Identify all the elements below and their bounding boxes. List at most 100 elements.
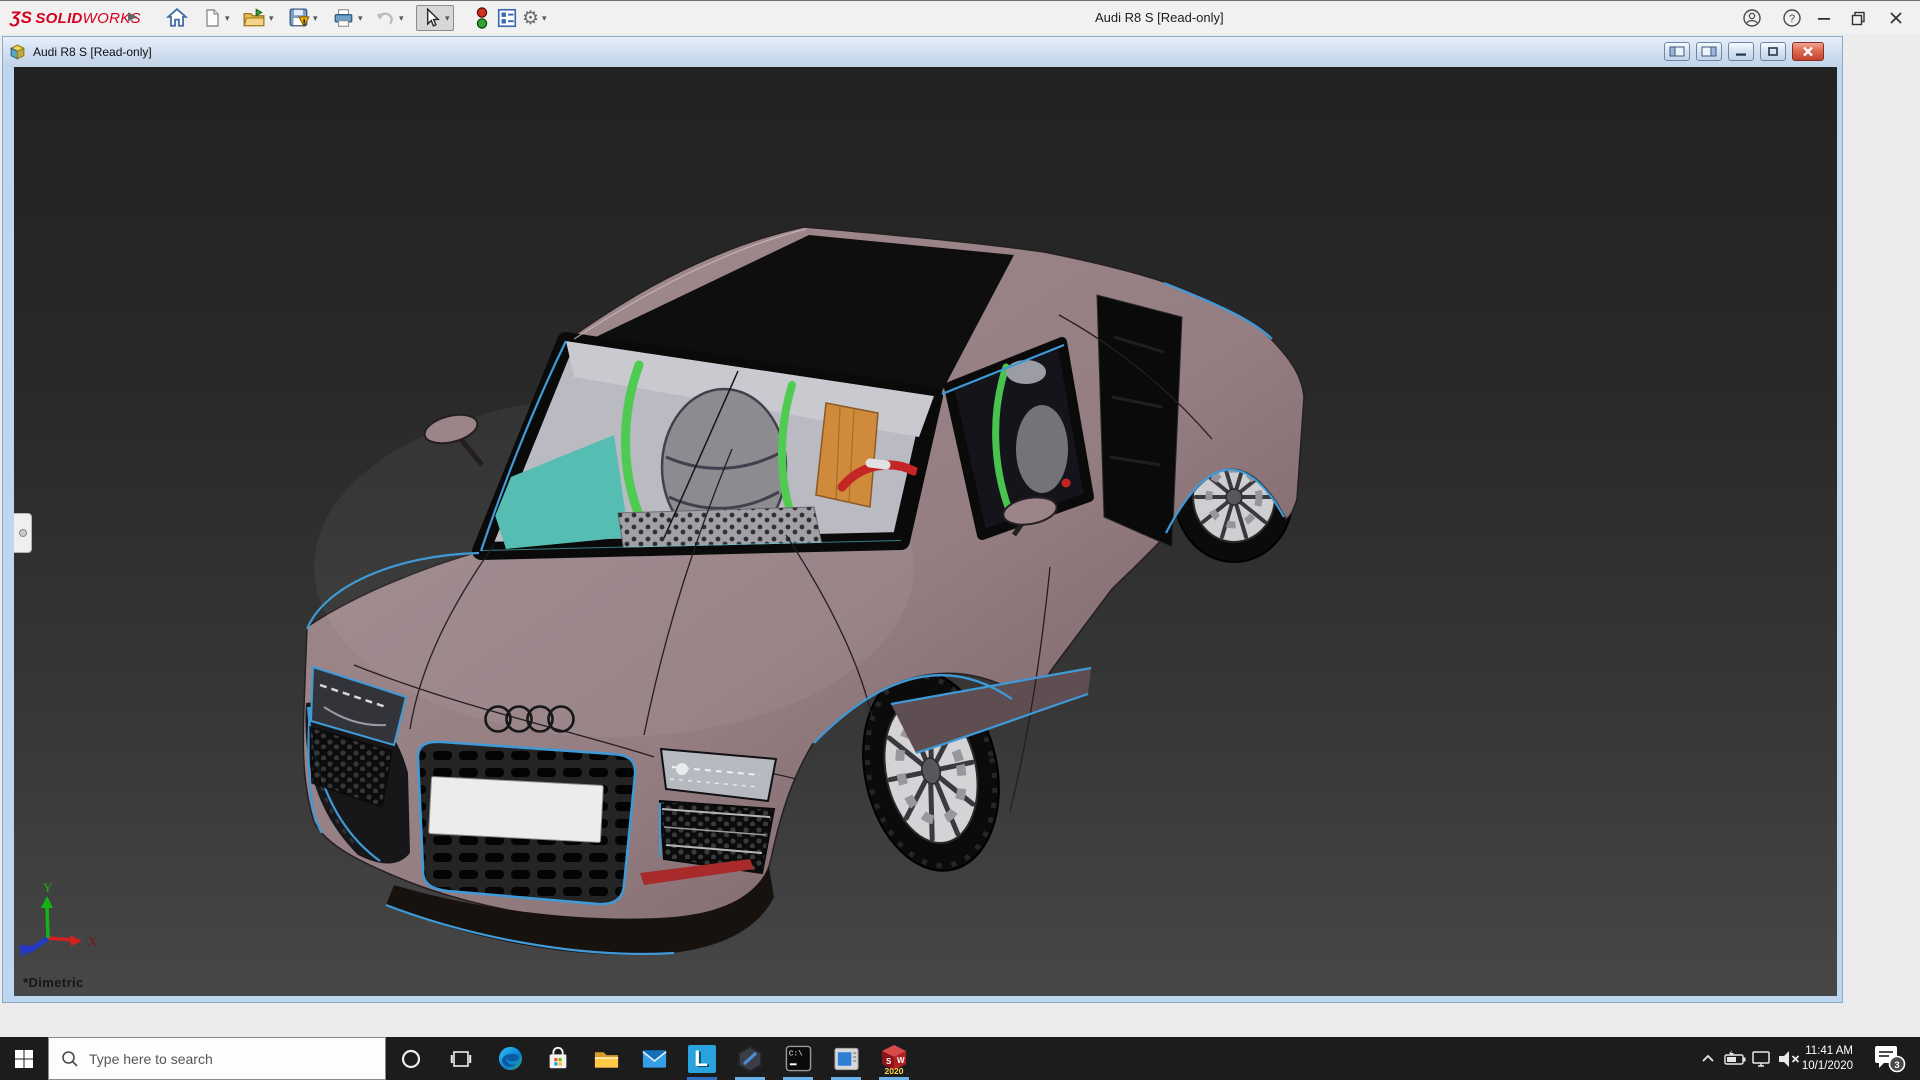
hexagon-app-icon	[736, 1045, 764, 1073]
document-close-button[interactable]	[1792, 42, 1824, 61]
graphics-viewport[interactable]: Y X *Dimetric	[14, 67, 1837, 996]
taskbar-app-file-explorer[interactable]	[582, 1037, 630, 1080]
account-icon	[1742, 8, 1762, 28]
select-tool-dropdown[interactable]: ▾	[445, 13, 450, 24]
home-icon	[166, 7, 188, 29]
document-minimize-icon	[1735, 47, 1747, 57]
battery-charging-icon	[1723, 1047, 1747, 1071]
expand-panel-arrow[interactable]	[19, 529, 27, 537]
new-document-dropdown[interactable]: ▾	[225, 13, 230, 24]
taskbar-app-edge[interactable]	[486, 1037, 534, 1080]
undo-icon	[374, 7, 396, 29]
left-pane-icon	[1669, 46, 1685, 57]
restore-button[interactable]	[1846, 7, 1870, 29]
taskbar: Type here to search LL C:\ SW2020	[0, 1037, 1920, 1080]
featuremanager-collapsed-tab[interactable]	[14, 513, 32, 553]
options-button[interactable]: ⚙ ▾	[522, 5, 547, 31]
tray-battery-button[interactable]	[1721, 1037, 1748, 1080]
document-restore-icon	[1767, 46, 1779, 57]
save-button[interactable]: ▾	[288, 5, 318, 31]
chevron-up-icon	[1700, 1051, 1716, 1067]
search-placeholder: Type here to search	[89, 1051, 213, 1067]
help-button[interactable]: ?	[1780, 7, 1804, 29]
close-icon	[1888, 10, 1904, 26]
home-button[interactable]	[166, 5, 188, 31]
help-icon: ?	[1782, 8, 1802, 28]
select-cursor-icon	[420, 6, 442, 30]
cmd-label: C:\	[788, 1051, 802, 1059]
print-icon	[332, 7, 355, 29]
solidworks-2020-icon: SW2020	[879, 1043, 909, 1075]
side-blade	[1097, 295, 1182, 547]
show-right-pane-button[interactable]	[1696, 42, 1722, 61]
file-properties-icon	[496, 7, 518, 29]
cortana-button[interactable]	[386, 1037, 436, 1080]
notification-icon: 3	[1871, 1043, 1907, 1075]
save-icon	[288, 7, 310, 29]
tray-network-button[interactable]	[1748, 1037, 1775, 1080]
taskbar-app-hexagon[interactable]	[726, 1037, 774, 1080]
view-orientation-label: *Dimetric	[23, 975, 84, 990]
microsoft-store-icon	[545, 1046, 571, 1072]
tray-chevron-button[interactable]	[1695, 1037, 1721, 1080]
save-dropdown[interactable]: ▾	[313, 13, 318, 24]
traffic-light-icon	[472, 6, 492, 30]
taskbar-search-input[interactable]: Type here to search	[48, 1037, 386, 1080]
print-dropdown[interactable]: ▾	[358, 13, 363, 24]
app-window-icon	[833, 1046, 860, 1072]
rebuild-button[interactable]	[472, 5, 492, 31]
document-close-icon	[1802, 46, 1814, 57]
file-explorer-icon	[593, 1046, 620, 1072]
new-document-icon	[202, 7, 222, 29]
task-view-button[interactable]	[436, 1037, 486, 1080]
clock-time: 11:41 AM	[1805, 1044, 1853, 1059]
license-plate	[429, 777, 604, 843]
start-button[interactable]	[0, 1037, 48, 1080]
undo-dropdown[interactable]: ▾	[399, 13, 404, 24]
document-restore-button[interactable]	[1760, 42, 1786, 61]
part-document-icon	[8, 43, 27, 62]
close-button[interactable]	[1884, 7, 1908, 29]
orientation-triad: Y X	[19, 880, 98, 958]
taskbar-app-l[interactable]: LL	[678, 1037, 726, 1080]
new-document-button[interactable]: ▾	[202, 5, 230, 31]
document-minimize-button[interactable]	[1728, 42, 1754, 61]
undo-button[interactable]: ▾	[374, 5, 404, 31]
right-pane-icon	[1701, 46, 1717, 57]
options-dropdown[interactable]: ▾	[542, 13, 547, 24]
app-title: Audi R8 S [Read-only]	[1095, 10, 1224, 25]
network-ethernet-icon	[1750, 1047, 1774, 1071]
notification-center-button[interactable]: 3	[1858, 1037, 1920, 1080]
toolbar-expand-arrow[interactable]: ▶	[128, 9, 137, 23]
l-app-letter: L	[694, 1046, 707, 1071]
open-dropdown[interactable]: ▾	[269, 13, 274, 24]
file-properties-button[interactable]	[496, 5, 518, 31]
interior-orange-panel	[816, 403, 878, 507]
task-view-icon	[450, 1049, 472, 1069]
l-app-icon: LL	[687, 1044, 717, 1074]
account-button[interactable]	[1740, 7, 1764, 29]
tray-clock[interactable]: 11:41 AM 10/1/2020	[1799, 1037, 1855, 1080]
sw-letter-s: S	[886, 1057, 892, 1066]
triad-y-label: Y	[43, 880, 53, 895]
document-window: Audi R8 S [Read-only]	[2, 36, 1843, 1003]
taskbar-app-store[interactable]	[534, 1037, 582, 1080]
cortana-icon	[400, 1048, 422, 1070]
taskbar-app-mail[interactable]	[630, 1037, 678, 1080]
show-left-pane-button[interactable]	[1664, 42, 1690, 61]
command-prompt-icon: C:\	[785, 1045, 812, 1072]
print-button[interactable]: ▾	[332, 5, 363, 31]
microsoft-edge-icon	[497, 1045, 524, 1072]
minimize-button[interactable]	[1812, 7, 1836, 29]
select-tool-button[interactable]: ▾	[416, 5, 454, 31]
notification-badge: 3	[1894, 1060, 1899, 1071]
sw-letter-w: W	[897, 1056, 905, 1065]
open-button[interactable]: ▾	[242, 5, 274, 31]
open-folder-icon	[242, 7, 266, 29]
taskbar-app-window[interactable]	[822, 1037, 870, 1080]
document-titlebar[interactable]: Audi R8 S [Read-only]	[3, 37, 1842, 67]
taskbar-app-command-prompt[interactable]: C:\	[774, 1037, 822, 1080]
solidworks-logo: ƷSSOLIDWORKS	[10, 8, 141, 28]
taskbar-app-solidworks[interactable]: SW2020	[870, 1037, 918, 1080]
restore-icon	[1850, 10, 1867, 27]
